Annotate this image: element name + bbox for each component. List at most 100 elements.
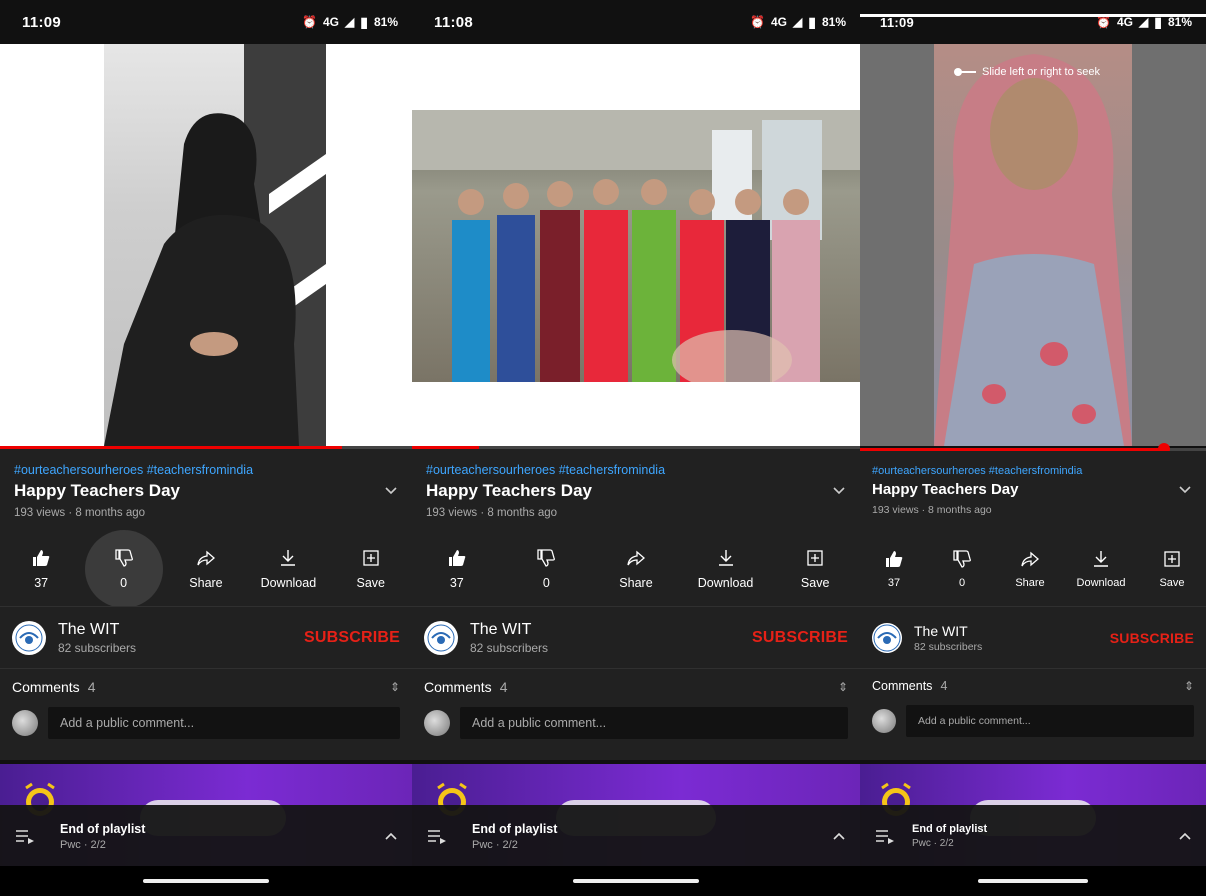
expand-chevron-icon[interactable]	[384, 484, 398, 498]
playlist-bar[interactable]: End of playlist Pwc · 2/2	[0, 805, 412, 867]
playlist-subtitle: Pwc · 2/2	[912, 838, 954, 849]
video-title: Happy Teachers Day	[14, 481, 180, 500]
sort-toggle-icon[interactable]: ⇕	[838, 680, 848, 694]
sort-toggle-icon[interactable]: ⇕	[390, 680, 400, 694]
save-button[interactable]: Save	[338, 534, 404, 604]
queue-icon	[428, 830, 446, 844]
add-to-playlist-icon	[807, 550, 823, 566]
dislike-count: 0	[542, 576, 550, 590]
screenshot-collage: 11:09 ⏰ 4G ◢ ▮ 81% #ourteachersourheroes…	[0, 0, 1206, 896]
subscribe-button[interactable]: SUBSCRIBE	[1110, 630, 1194, 646]
playlist-bar[interactable]: End of playlist Pwc · 2/2	[412, 805, 860, 867]
share-button[interactable]: Share	[603, 534, 669, 604]
save-button[interactable]: Save	[782, 534, 848, 604]
video-player[interactable]	[0, 44, 412, 446]
video-player[interactable]: Slide left or right to seek	[860, 44, 1206, 446]
channel-avatar[interactable]	[872, 622, 902, 653]
gesture-bar	[412, 866, 860, 896]
battery-icon: ▮	[360, 13, 368, 30]
queue-icon	[876, 830, 894, 844]
channel-row[interactable]: The WIT 82 subscribers SUBSCRIBE	[860, 606, 1206, 668]
add-to-playlist-icon	[363, 550, 379, 566]
video-player[interactable]	[412, 44, 860, 446]
subscriber-count: 82 subscribers	[914, 640, 983, 653]
thumbs-down-icon	[953, 550, 971, 568]
channel-row[interactable]: The WIT 82 subscribers SUBSCRIBE	[412, 606, 860, 668]
screen-1: 11:09 ⏰ 4G ◢ ▮ 81% #ourteachersourheroes…	[0, 0, 412, 896]
subscriber-count: 82 subscribers	[470, 640, 549, 655]
chevron-up-icon[interactable]	[384, 829, 398, 843]
comment-input[interactable]: Add a public comment...	[906, 705, 1194, 737]
download-icon	[1094, 551, 1108, 567]
chevron-up-icon[interactable]	[832, 829, 846, 843]
video-meta: #ourteachersourheroes #teachersfromindia…	[412, 449, 860, 532]
save-button[interactable]: Save	[1145, 534, 1199, 604]
playlist-bar[interactable]: End of playlist Pwc · 2/2	[860, 805, 1206, 867]
views-and-age: 193 views · 8 months ago	[14, 507, 146, 519]
expand-chevron-icon[interactable]	[1178, 483, 1192, 497]
comments-section[interactable]: Comments 4 ⇕ Add a public comment...	[0, 668, 412, 760]
sort-toggle-icon[interactable]: ⇕	[1184, 679, 1194, 693]
screen-2: 11:08 ⏰ 4G ◢ ▮ 81% #ourteachersourheroes…	[412, 0, 860, 896]
chevron-up-icon[interactable]	[1178, 829, 1192, 843]
battery-level: 81%	[373, 15, 398, 29]
home-handle[interactable]	[573, 879, 699, 883]
subscribe-button[interactable]: SUBSCRIBE	[752, 629, 848, 647]
share-arrow-icon	[197, 550, 215, 566]
home-handle[interactable]	[978, 879, 1088, 883]
like-button[interactable]: 37	[867, 534, 921, 604]
channel-logo-icon	[873, 624, 901, 651]
comments-count: 4	[499, 679, 508, 695]
thumbs-up-icon	[886, 551, 903, 567]
share-button[interactable]: Share	[1003, 534, 1057, 604]
comments-count: 4	[940, 679, 948, 693]
action-bar: 37 0 Share Download Save	[412, 532, 860, 606]
video-frame-person	[934, 44, 1132, 446]
comments-section[interactable]: Comments 4 ⇕ Add a public comment...	[860, 668, 1206, 760]
download-icon	[281, 550, 296, 566]
video-hashtags[interactable]: #ourteachersourheroes #teachersfromindia	[872, 465, 1192, 477]
dislike-button[interactable]: 0	[513, 534, 579, 604]
playlist-subtitle: Pwc · 2/2	[472, 838, 518, 851]
expand-chevron-icon[interactable]	[832, 484, 846, 498]
comment-input[interactable]: Add a public comment...	[460, 707, 848, 739]
playlist-title: End of playlist	[60, 821, 146, 836]
top-indicator-line	[860, 14, 1206, 17]
comments-section[interactable]: Comments 4 ⇕ Add a public comment...	[412, 668, 860, 760]
download-button[interactable]: Download	[1071, 534, 1131, 604]
subscribe-button[interactable]: SUBSCRIBE	[304, 629, 400, 647]
dislike-button[interactable]: 0	[84, 530, 163, 608]
comments-label: Comments	[12, 679, 80, 695]
like-button[interactable]: 37	[424, 534, 490, 604]
like-button[interactable]: 37	[8, 534, 74, 604]
signal-icon: ◢	[345, 15, 355, 29]
playlist-title: End of playlist	[472, 821, 558, 836]
share-arrow-icon	[627, 550, 645, 566]
download-button[interactable]: Download	[693, 534, 759, 604]
signal-icon: ◢	[1139, 15, 1149, 29]
share-button[interactable]: Share	[173, 534, 239, 604]
download-button[interactable]: Download	[255, 534, 321, 604]
like-count: 37	[34, 576, 49, 590]
gesture-bar	[860, 866, 1206, 896]
comment-input[interactable]: Add a public comment...	[48, 707, 400, 739]
status-time: 11:08	[434, 13, 474, 31]
battery-level: 81%	[1167, 15, 1192, 29]
action-bar: 37 0 Share Download Save	[0, 530, 412, 608]
thumbs-down-icon	[114, 549, 133, 567]
channel-avatar[interactable]	[12, 620, 46, 655]
channel-row[interactable]: The WIT 82 subscribers SUBSCRIBE	[0, 606, 412, 668]
user-avatar	[872, 709, 896, 733]
video-hashtags[interactable]: #ourteachersourheroes #teachersfromindia	[426, 463, 846, 477]
gesture-bar	[0, 866, 412, 896]
seek-hint-text: Slide left or right to seek	[982, 66, 1101, 78]
user-avatar	[424, 710, 450, 736]
channel-avatar[interactable]	[424, 620, 458, 655]
dislike-button[interactable]: 0	[935, 534, 989, 604]
home-handle[interactable]	[143, 879, 269, 883]
playlist-subtitle: Pwc · 2/2	[60, 838, 106, 851]
channel-name: The WIT	[58, 620, 120, 638]
video-meta: #ourteachersourheroes #teachersfromindia…	[860, 451, 1206, 532]
views-and-age: 193 views · 8 months ago	[872, 504, 992, 516]
video-hashtags[interactable]: #ourteachersourheroes #teachersfromindia	[14, 463, 398, 477]
